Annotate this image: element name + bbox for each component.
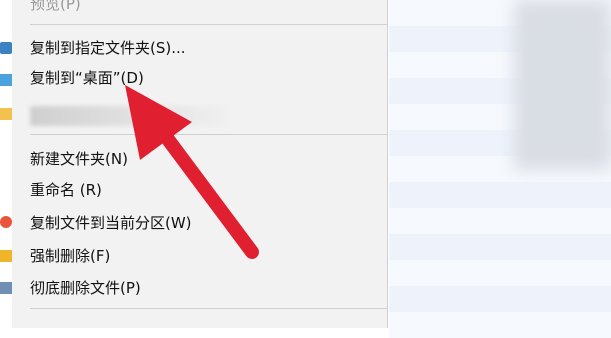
red-annotation-arrow <box>125 85 259 259</box>
